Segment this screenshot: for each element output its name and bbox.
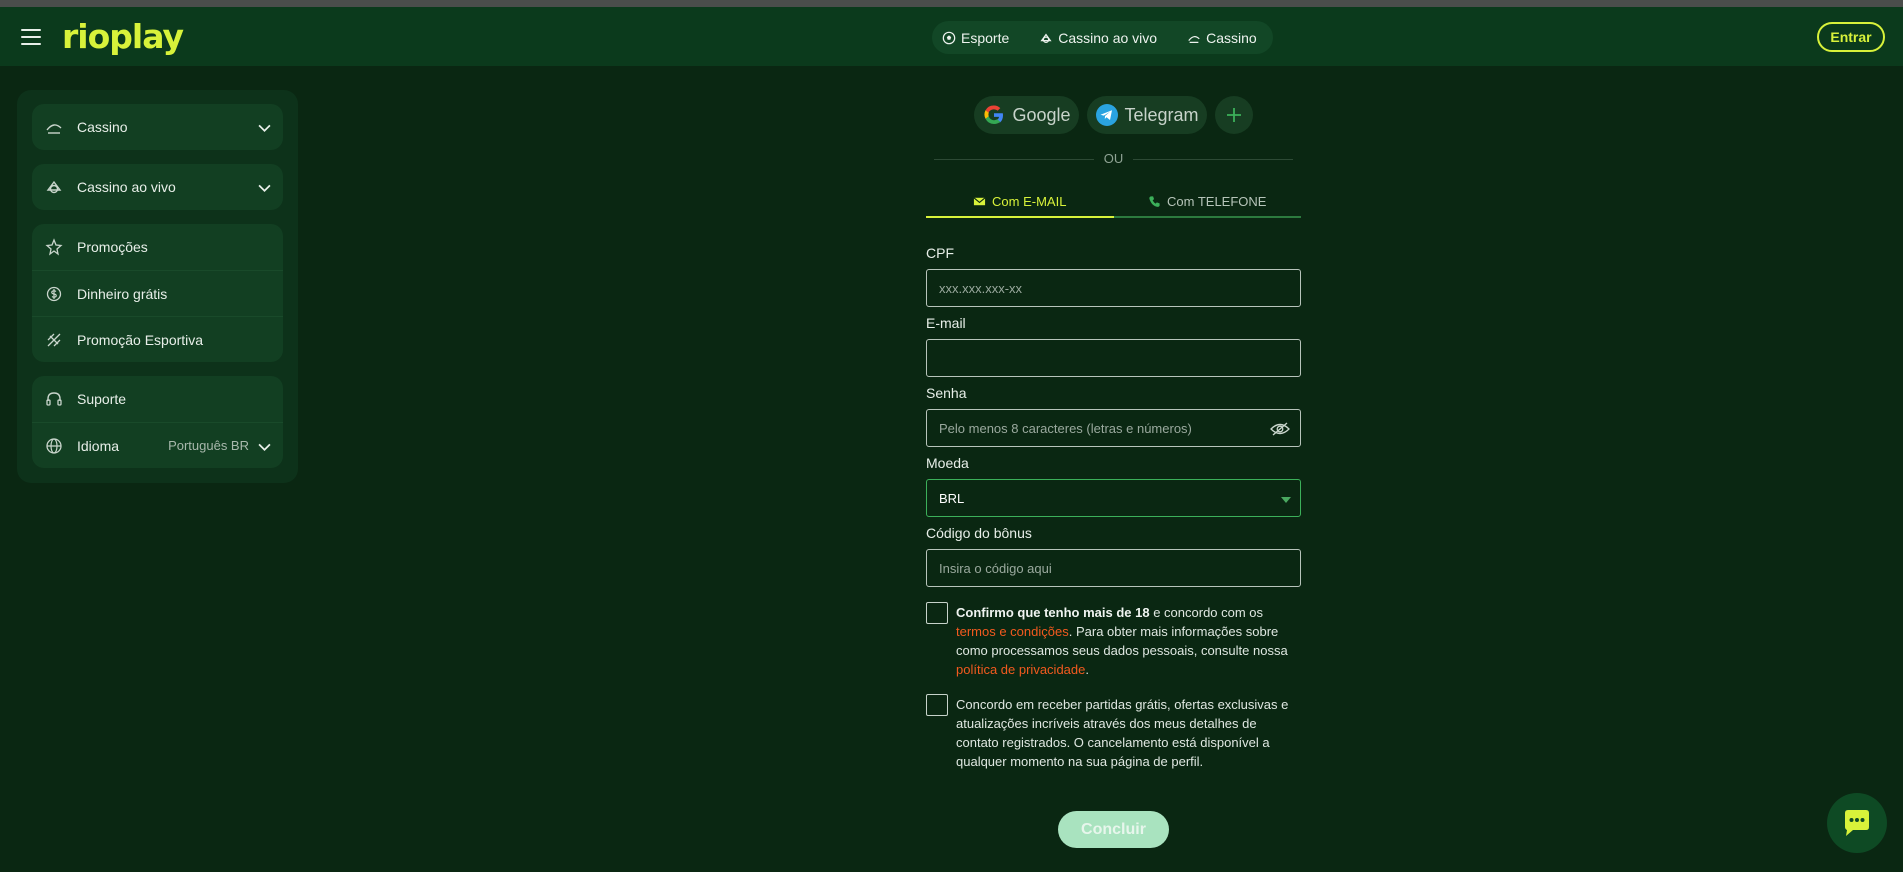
menu-icon[interactable] bbox=[21, 29, 41, 45]
google-icon bbox=[984, 105, 1004, 125]
live-casino-icon bbox=[1040, 32, 1052, 43]
nav-esporte[interactable]: Esporte bbox=[942, 30, 1009, 46]
caret-down-icon bbox=[1281, 497, 1291, 503]
sidebar-item-suporte[interactable]: Suporte bbox=[32, 376, 283, 422]
language-value: Português BR bbox=[168, 438, 249, 453]
age-confirmation-bold: Confirmo que tenho mais de 18 bbox=[956, 605, 1150, 620]
sports-promo-icon bbox=[47, 333, 61, 346]
consent-text: e concordo com os bbox=[1149, 605, 1264, 620]
terms-link[interactable]: termos e condições bbox=[956, 624, 1069, 639]
bonus-field-wrapper bbox=[926, 549, 1301, 587]
password-field-wrapper bbox=[926, 409, 1301, 447]
signup-tabs: Com E-MAIL Com TELEFONE bbox=[926, 187, 1301, 218]
chat-button[interactable] bbox=[1827, 793, 1887, 853]
nav-label: Cassino ao vivo bbox=[1058, 29, 1158, 46]
currency-label: Moeda bbox=[926, 455, 969, 471]
sidebar: Cassino Cassino ao vivo Promoções Dinhei… bbox=[17, 90, 298, 483]
chevron-down-icon bbox=[258, 124, 271, 132]
age-terms-checkbox[interactable] bbox=[926, 602, 948, 624]
top-nav: Esporte Cassino ao vivo Cassino bbox=[932, 21, 1273, 54]
or-divider: OU bbox=[926, 151, 1301, 167]
cpf-label: CPF bbox=[926, 245, 954, 261]
casino-icon bbox=[1188, 35, 1200, 43]
sidebar-item-label: Dinheiro grátis bbox=[77, 285, 168, 302]
sidebar-item-idioma[interactable]: Idioma Português BR bbox=[32, 422, 283, 468]
sidebar-item-label: Cassino ao vivo bbox=[77, 179, 176, 195]
envelope-icon bbox=[973, 197, 986, 206]
tab-phone[interactable]: Com TELEFONE bbox=[1113, 187, 1301, 218]
sidebar-item-promocao-esportiva[interactable]: Promoção Esportiva bbox=[32, 316, 283, 362]
site-header: rioplay Esporte Cassino ao vivo Cassino … bbox=[0, 7, 1903, 66]
nav-cassino[interactable]: Cassino bbox=[1187, 30, 1257, 46]
headset-icon bbox=[46, 392, 62, 406]
live-casino-icon bbox=[46, 180, 62, 194]
plus-icon bbox=[1226, 108, 1241, 122]
sidebar-group-casino: Cassino bbox=[32, 104, 283, 150]
tab-label: Com TELEFONE bbox=[1167, 194, 1267, 209]
sidebar-item-cassino-ao-vivo[interactable]: Cassino ao vivo bbox=[32, 164, 283, 210]
tab-email[interactable]: Com E-MAIL bbox=[926, 187, 1114, 218]
bonus-code-input[interactable] bbox=[939, 560, 1288, 576]
phone-icon bbox=[1149, 196, 1160, 207]
marketing-checkbox[interactable] bbox=[926, 694, 948, 716]
rioplay-logo[interactable]: rioplay bbox=[62, 17, 184, 56]
soccer-ball-icon bbox=[942, 31, 956, 44]
browser-top-strip bbox=[0, 0, 1903, 7]
globe-icon bbox=[46, 437, 62, 454]
sidebar-item-label: Suporte bbox=[77, 391, 127, 407]
sidebar-group-support: Suporte Idioma Português BR bbox=[32, 376, 283, 468]
google-label: Google bbox=[1012, 104, 1071, 125]
register-form: Google Telegram OU Com E-MAIL Com TELEFO… bbox=[926, 96, 1301, 848]
sidebar-item-label: Cassino bbox=[77, 119, 128, 135]
sidebar-item-promocoes[interactable]: Promoções bbox=[32, 224, 283, 270]
email-label: E-mail bbox=[926, 315, 966, 331]
sidebar-group-live-casino: Cassino ao vivo bbox=[32, 164, 283, 210]
password-input[interactable] bbox=[939, 420, 1259, 436]
nav-cassino-ao-vivo[interactable]: Cassino ao vivo bbox=[1039, 30, 1157, 46]
nav-label: Cassino bbox=[1206, 29, 1257, 46]
telegram-login-button[interactable]: Telegram bbox=[1086, 96, 1207, 134]
marketing-text: Concordo em receber partidas grátis, ofe… bbox=[956, 697, 1289, 769]
nav-label: Esporte bbox=[961, 29, 1010, 46]
sidebar-item-label: Promoção Esportiva bbox=[77, 331, 204, 348]
sidebar-item-cassino[interactable]: Cassino bbox=[32, 104, 283, 150]
money-icon bbox=[46, 286, 62, 301]
email-field-wrapper bbox=[926, 339, 1301, 377]
more-login-options-button[interactable] bbox=[1214, 96, 1253, 134]
bonus-code-label: Código do bônus bbox=[926, 525, 1032, 541]
sidebar-item-label: Promoções bbox=[77, 239, 148, 255]
tab-label: Com E-MAIL bbox=[992, 194, 1067, 209]
privacy-policy-link[interactable]: política de privacidade bbox=[956, 662, 1085, 677]
telegram-icon bbox=[1095, 104, 1118, 126]
consent-text: . bbox=[1085, 662, 1089, 677]
eye-off-icon[interactable] bbox=[1270, 422, 1290, 436]
currency-select[interactable]: BRL bbox=[926, 479, 1301, 517]
sidebar-item-label: Idioma bbox=[77, 437, 120, 454]
password-label: Senha bbox=[926, 385, 967, 401]
sidebar-item-dinheiro-gratis[interactable]: Dinheiro grátis bbox=[32, 270, 283, 316]
cpf-field-wrapper bbox=[926, 269, 1301, 307]
google-login-button[interactable]: Google bbox=[974, 96, 1079, 134]
chat-bubble-icon bbox=[1845, 810, 1869, 836]
marketing-consent: Concordo em receber partidas grátis, ofe… bbox=[926, 694, 1301, 771]
chevron-down-icon bbox=[258, 443, 271, 451]
sidebar-group-promotions: Promoções Dinheiro grátis Promoção Espor… bbox=[32, 224, 283, 362]
cpf-input[interactable] bbox=[939, 280, 1288, 296]
social-login: Google Telegram bbox=[926, 96, 1301, 134]
age-terms-consent: Confirmo que tenho mais de 18 e concordo… bbox=[926, 602, 1301, 679]
currency-value: BRL bbox=[939, 490, 965, 506]
casino-icon bbox=[46, 124, 62, 134]
submit-button[interactable]: Concluir bbox=[1058, 811, 1169, 848]
chevron-down-icon bbox=[258, 184, 271, 192]
email-input[interactable] bbox=[939, 350, 1288, 366]
telegram-label: Telegram bbox=[1124, 104, 1199, 125]
star-sparkle-icon bbox=[45, 238, 63, 256]
age-terms-text: Confirmo que tenho mais de 18 e concordo… bbox=[956, 603, 1301, 679]
login-button[interactable]: Entrar bbox=[1817, 22, 1885, 52]
